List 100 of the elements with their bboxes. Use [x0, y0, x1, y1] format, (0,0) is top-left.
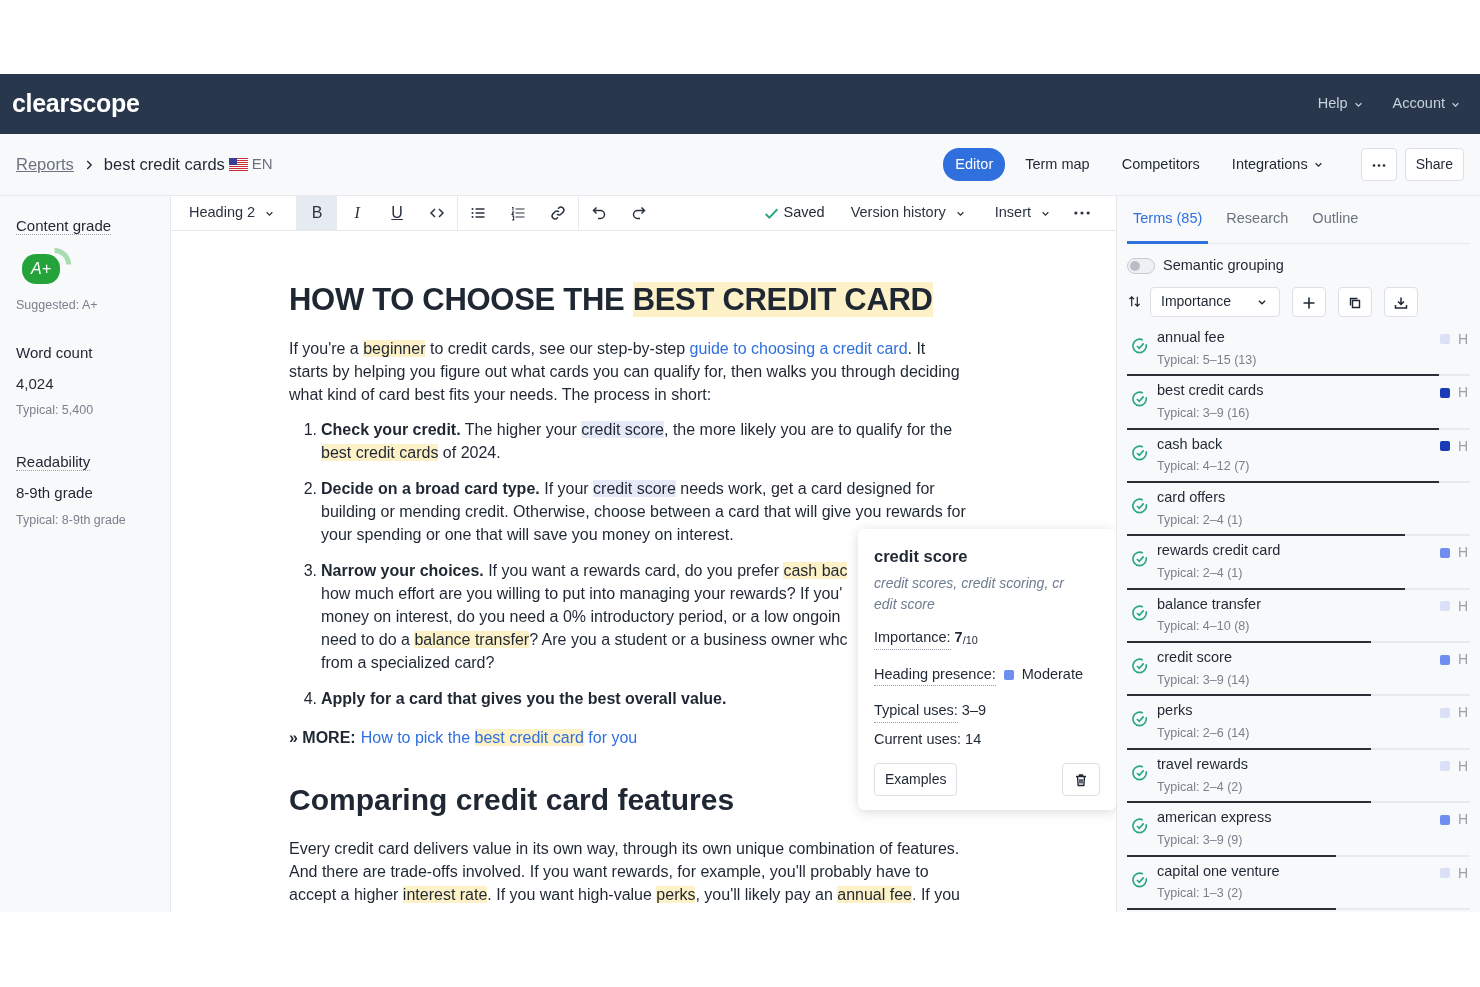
redo-icon	[631, 205, 648, 222]
heading-label: H	[1457, 596, 1468, 616]
term-name: travel rewards	[1157, 754, 1249, 774]
menu-button[interactable]: Help	[1311, 92, 1371, 116]
breadcrumb-current: best credit cards	[103, 154, 225, 176]
delete-button[interactable]	[1062, 762, 1100, 796]
metric-note: Typical: 8-9th grade	[16, 511, 127, 529]
term-name: card offers	[1157, 487, 1226, 507]
term-typical: Typical: 2–4 (1)	[1157, 511, 1243, 529]
term-typical: Typical: 4–10 (8)	[1157, 618, 1250, 636]
italic-button[interactable]: I	[337, 196, 378, 230]
logo[interactable]: clearscope	[12, 85, 140, 123]
term-typical: Typical: 1–3 (2)	[1157, 885, 1243, 903]
term-name: cash back	[1157, 434, 1223, 454]
list-item-text: Check your credit. The higher your credit score, the more likely you are to qualify for the best credit cards of 2024.	[321, 420, 953, 463]
term-highlight: credit score	[593, 480, 676, 497]
term-highlight: balance transfer	[414, 631, 530, 648]
more-icon	[1074, 211, 1090, 216]
term-typical: Typical: 3–9 (14)	[1157, 671, 1250, 689]
view-tab[interactable]: Editor	[943, 147, 1006, 182]
toggle-switch[interactable]	[1127, 257, 1155, 274]
metric-note: Suggested: A+	[16, 297, 99, 314]
grade-badge: A+	[22, 254, 60, 284]
heading-label: H	[1457, 543, 1468, 563]
heading-label: H	[1457, 863, 1468, 883]
save-status: Saved	[783, 203, 825, 223]
metric-value: 8-9th grade	[16, 483, 94, 503]
heading-label: H	[1457, 383, 1468, 403]
heading-label: H	[1457, 436, 1468, 456]
term-typical: Typical: 3–9 (9)	[1157, 832, 1243, 849]
term-variants: credit scores, credit scoring, cr edit score	[874, 573, 1066, 614]
download-button[interactable]	[1384, 286, 1419, 317]
version-history-dropdown[interactable]: Version history	[840, 196, 977, 230]
term-typical: Typical: 4–12 (7)	[1157, 458, 1250, 476]
panel-tab[interactable]: Research	[1220, 196, 1295, 244]
trash-icon	[1073, 772, 1089, 789]
copy-button[interactable]	[1338, 286, 1373, 317]
heading-label: H	[1457, 703, 1468, 723]
examples-button[interactable]: Examples	[874, 762, 958, 796]
heading-presence-label[interactable]: Heading presence:	[874, 663, 996, 687]
heading-label: H	[1457, 756, 1468, 776]
typical-uses-label[interactable]: Typical uses:	[874, 700, 958, 723]
heading-presence-value: Moderate	[1021, 665, 1083, 684]
term-highlight: BEST CREDIT CARD	[632, 282, 933, 317]
term-name: american express	[1157, 808, 1272, 828]
undo-icon	[591, 205, 608, 222]
metric-label[interactable]: Content grade	[16, 217, 112, 235]
metric-value: 4,024	[16, 373, 55, 394]
sort-dropdown[interactable]: Importance	[1150, 286, 1281, 317]
term-highlight: credit score	[581, 421, 664, 438]
block-style-dropdown[interactable]: Heading 2	[177, 196, 289, 230]
term-name: capital one venture	[1157, 861, 1280, 881]
metric-note: Typical: 5,400	[16, 402, 95, 420]
typical-uses-value: 3–9	[961, 701, 987, 721]
insert-dropdown[interactable]: Insert	[984, 196, 1062, 230]
view-tab[interactable]: Competitors	[1109, 147, 1212, 182]
heading-label: H	[1457, 329, 1468, 349]
breadcrumb-link[interactable]: Reports	[16, 152, 74, 177]
heading-label: H	[1457, 650, 1468, 670]
panel-tab[interactable]: Terms (85)	[1127, 196, 1209, 244]
term-name: best credit cards	[1157, 381, 1264, 401]
share-button[interactable]: Share	[1404, 148, 1464, 181]
term-typical: Typical: 5–15 (13)	[1157, 351, 1257, 369]
term-typical: Typical: 2–4 (1)	[1157, 565, 1243, 583]
term-name: rewards credit card	[1157, 541, 1281, 561]
metric-label[interactable]: Readability	[16, 453, 91, 471]
current-uses: Current uses: 14	[874, 730, 983, 749]
view-tab[interactable]: Integrations	[1219, 147, 1337, 182]
underline-button[interactable]: U	[377, 196, 418, 230]
list-item-text: Decide on a broad card type. If your credit score needs work, get a card designed for building or mending credit. Otherwise, choose between a card that will give you rewards for your spending or one that will save you money on interest.	[321, 479, 966, 545]
term-name: balance transfer	[1157, 594, 1261, 614]
link[interactable]: guide to choosing a credit card	[689, 340, 908, 357]
metric-label: Word count	[16, 343, 93, 361]
paragraph: Every credit card delivers value in its own way, through its own unique combination of features. And there are trade-offs involved. If you want rewards, for example, you'll probably have to accept a higher interest rate. If you want high-value perks, you'll likely pay an annual fee. If you	[289, 839, 961, 905]
panel-tab[interactable]: Outline	[1306, 196, 1365, 244]
flag-icon	[228, 158, 248, 171]
term-highlight: annual fee	[837, 886, 912, 903]
term-typical: Typical: 3–9 (16)	[1157, 404, 1250, 422]
more-icon	[1371, 163, 1386, 167]
term-typical: Typical: 2–4 (2)	[1157, 778, 1243, 796]
bold-button[interactable]: B	[297, 196, 338, 230]
link[interactable]: How to pick the best credit card for you	[360, 729, 638, 746]
term-highlight: perks	[656, 886, 696, 903]
menu-button[interactable]: Account	[1386, 92, 1468, 116]
list-number: 4.	[302, 689, 318, 709]
grade-ring	[52, 248, 71, 267]
add-button[interactable]	[1292, 286, 1327, 317]
term-name: annual fee	[1157, 327, 1225, 347]
toggle-label: Semantic grouping	[1163, 256, 1284, 275]
importance-label[interactable]: Importance:	[874, 626, 951, 650]
term-name: perks	[1157, 701, 1193, 721]
term-highlight: best credit cards	[321, 444, 439, 461]
term-name: credit score	[1157, 648, 1232, 668]
language-code: EN	[251, 154, 273, 175]
view-tab[interactable]: Term map	[1013, 147, 1102, 182]
numbered-list-icon	[510, 205, 527, 222]
heading: Comparing credit card features	[289, 782, 736, 818]
term-typical: Typical: 2–6 (14)	[1157, 725, 1250, 743]
list-number: 3.	[302, 561, 318, 581]
list-number: 2.	[302, 479, 318, 499]
